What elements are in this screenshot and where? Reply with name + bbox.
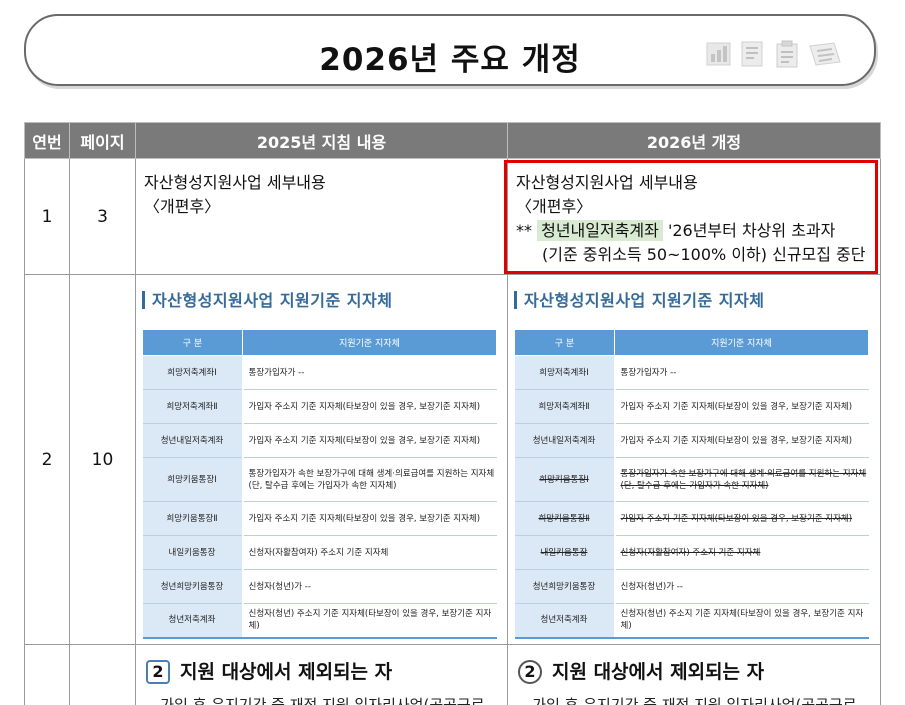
inner-row: 청년희망키움통장 신청자(청년)가 -- (514, 569, 869, 604)
list-document-icon (809, 42, 841, 66)
new-section-sub: – 가입 후 유지기간 중 재정 지원 일자리사업(공공근로 (520, 696, 857, 705)
note-prefix: ** (516, 221, 532, 240)
document-icon (741, 41, 763, 67)
old-inner-table: 구 분 지원기준 지자체 희망저축계좌Ⅰ 통장가입자가 -- 희망저축계좌Ⅱ 가입자… (142, 329, 497, 639)
new-section-heading: 2 지원 대상에서 제외되는 자 (508, 645, 880, 684)
inner-header-criteria: 지원기준 지자체 (242, 329, 497, 356)
column-header-2025: 2025년 지침 내용 (135, 122, 508, 159)
old-section-sub: – 가입 후 유지기간 중 재정 지원 일자리사업(공공근로 (148, 696, 485, 705)
clipboard-icon (776, 40, 798, 68)
inner-row: 희망저축계좌Ⅰ 통장가입자가 -- (142, 355, 497, 390)
inner-row: 청년희망키움통장 신청자(청년)가 -- (142, 569, 497, 604)
inner-row: 희망키움통장Ⅱ 가입자 주소지 기준 지자체(타보장이 있을 경우, 보장기준 지… (142, 501, 497, 536)
revision-table: 연번 페이지 2025년 지침 내용 2026년 개정 1 3 자산형성지원사업… (24, 122, 881, 705)
old-content-cell: 자산형성지원사업 지원기준 지자체 구 분 지원기준 지자체 희망저축계좌Ⅰ 통장… (135, 274, 508, 645)
inner-row: 희망키움통장Ⅰ 통장가입자가 속한 보장가구에 대해 생계·의료급여를 지원하는 … (142, 457, 497, 502)
inner-row: 희망저축계좌Ⅱ 가입자 주소지 기준 지자체(타보장이 있을 경우, 보장기준 지… (514, 389, 869, 424)
section-number-circle: 2 (518, 660, 542, 684)
old-section-heading: 2 지원 대상에서 제외되는 자 (136, 645, 507, 684)
inner-row-struck: 희망키움통장Ⅱ 가입자 주소지 기준 지자체(타보장이 있을 경우, 보장기준 지… (514, 501, 869, 536)
table-row: 1 3 자산형성지원사업 세부내용 〈개편후〉 자산형성지원사업 세부내용 〈개… (24, 158, 881, 275)
old-content-cell: 자산형성지원사업 세부내용 〈개편후〉 (135, 158, 508, 275)
new-line-1: 자산형성지원사업 세부내용 (516, 173, 698, 192)
row-page: 3 (69, 158, 136, 275)
new-content-cell: 2 지원 대상에서 제외되는 자 – 가입 후 유지기간 중 재정 지원 일자리사… (507, 644, 881, 705)
inner-row: 내일키움통장 신청자(자활참여자) 주소지 기준 지자체 (142, 535, 497, 570)
table-row: 2 10 자산형성지원사업 지원기준 지자체 구 분 지원기준 지자체 희망저축… (24, 274, 881, 645)
column-header-page: 페이지 (69, 122, 136, 159)
column-header-2026: 2026년 개정 (507, 122, 881, 159)
inner-row: 청년내일저축계좌 가입자 주소지 기준 지자체(타보장이 있을 경우, 보장기준 … (142, 423, 497, 458)
inner-row: 청년저축계좌 신청자(청년) 주소지 기준 지자체(타보장이 있을 경우, 보장기… (142, 603, 497, 639)
inner-row: 청년내일저축계좌 가입자 주소지 기준 지자체(타보장이 있을 경우, 보장기준 … (514, 423, 869, 458)
note-rest: '26년부터 차상위 초과자 (667, 221, 836, 240)
title-banner: 2026년 주요 개정 (24, 14, 876, 86)
inner-header-category: 구 분 (142, 329, 243, 356)
section-number-box: 2 (146, 660, 170, 684)
note-highlight: 청년내일저축계좌 (537, 220, 663, 241)
decorative-icons (706, 40, 842, 68)
row-number: 2 (24, 274, 70, 645)
new-inner-table: 구 분 지원기준 지자체 희망저축계좌Ⅰ 통장가입자가 -- 희망저축계좌Ⅱ 가입자… (514, 329, 869, 639)
table-row: 2 지원 대상에서 제외되는 자 – 가입 후 유지기간 중 재정 지원 일자리사… (24, 644, 881, 705)
new-line-2: 〈개편후〉 (516, 197, 593, 216)
column-header-no: 연번 (24, 122, 70, 159)
row-number: 1 (24, 158, 70, 275)
inner-row: 희망저축계좌Ⅱ 가입자 주소지 기준 지자체(타보장이 있을 경우, 보장기준 지… (142, 389, 497, 424)
new-content-cell: 자산형성지원사업 지원기준 지자체 구 분 지원기준 지자체 희망저축계좌Ⅰ 통장… (507, 274, 881, 645)
row-number-empty (24, 644, 70, 705)
row-page-empty (69, 644, 136, 705)
inner-row: 희망저축계좌Ⅰ 통장가입자가 -- (514, 355, 869, 390)
new-note: ** 청년내일저축계좌 '26년부터 차상위 초과자 (516, 219, 872, 243)
inner-row: 청년저축계좌 신청자(청년) 주소지 기준 지자체(타보장이 있을 경우, 보장기… (514, 603, 869, 639)
old-line-1: 자산형성지원사업 세부내용 (144, 173, 326, 192)
new-subheading: 자산형성지원사업 지원기준 지자체 (508, 275, 880, 311)
old-line-2: 〈개편후〉 (144, 197, 221, 216)
new-note-line-2: (기준 중위소득 50~100% 이하) 신규모집 중단 (542, 245, 866, 264)
table-header-row: 연번 페이지 2025년 지침 내용 2026년 개정 (24, 122, 881, 159)
inner-header-criteria: 지원기준 지자체 (614, 329, 869, 356)
old-content-cell: 2 지원 대상에서 제외되는 자 – 가입 후 유지기간 중 재정 지원 일자리사… (135, 644, 508, 705)
bar-chart-icon (706, 42, 731, 66)
old-subheading: 자산형성지원사업 지원기준 지자체 (136, 275, 507, 311)
inner-row-struck: 내일키움통장 신청자(자활참여자) 주소지 기준 지자체 (514, 535, 869, 570)
inner-row-struck: 희망키움통장Ⅰ 통장가입자가 속한 보장가구에 대해 생계·의료급여를 지원하는 … (514, 457, 869, 502)
inner-header-category: 구 분 (514, 329, 615, 356)
row-page: 10 (69, 274, 136, 645)
new-content-cell: 자산형성지원사업 세부내용 〈개편후〉 ** 청년내일저축계좌 '26년부터 차… (507, 158, 881, 275)
